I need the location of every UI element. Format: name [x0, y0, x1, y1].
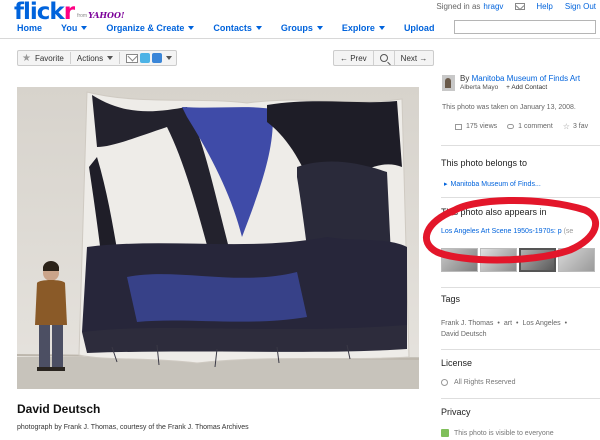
license-row: All Rights Reserved: [441, 379, 515, 386]
nav-organize-create[interactable]: Organize & Create: [106, 23, 195, 33]
main-nav: Home You Organize & Create Contacts Grou…: [17, 23, 453, 33]
nav-home[interactable]: Home: [17, 23, 42, 33]
username-link[interactable]: hragv: [483, 2, 503, 11]
owner-link[interactable]: Manitoba Museum of Finds Art: [472, 74, 581, 83]
toolbar-divider: [119, 52, 121, 64]
chevron-down-icon: [378, 26, 385, 30]
search-input[interactable]: [454, 20, 596, 34]
sidebar-divider: [441, 349, 600, 350]
logo-accent: r: [63, 0, 75, 25]
sidebar-divider: [441, 145, 600, 146]
comments-link[interactable]: 1 comment: [518, 123, 553, 130]
artwork-photo: [17, 87, 419, 389]
signin-bar: Signed in as hragv Help Sign Out: [436, 2, 596, 11]
chevron-down-icon: [188, 26, 195, 30]
facebook-icon[interactable]: [152, 53, 163, 63]
appears-item[interactable]: Los Angeles Art Scene 1950s-1970s: p (se: [441, 228, 573, 235]
sidebar-divider: [441, 398, 600, 399]
star-icon: ☆: [562, 122, 570, 131]
privacy-icon: [441, 429, 449, 437]
star-icon[interactable]: ★: [22, 53, 31, 64]
owner-sub: Alberta Mayo + Add Contact: [460, 84, 547, 91]
sign-out-link[interactable]: Sign Out: [565, 2, 596, 11]
mail-icon[interactable]: [515, 3, 526, 10]
next-button[interactable]: Next →: [393, 51, 434, 65]
taken-date: This photo was taken on January 13, 2008…: [442, 104, 576, 111]
yahoo-logo: YAHOO!: [88, 10, 125, 20]
main-photo[interactable]: [17, 87, 419, 389]
belongs-heading: This photo belongs to: [441, 158, 528, 168]
views-count: 175 views: [466, 123, 498, 130]
twitter-icon[interactable]: [140, 53, 151, 63]
mail-share-icon[interactable]: [126, 53, 139, 63]
tag-link[interactable]: Los Angeles: [522, 320, 560, 327]
set-thumbnail[interactable]: [558, 248, 595, 272]
sidebar-divider: [441, 197, 600, 198]
logo-text: flick: [14, 0, 65, 25]
privacy-heading: Privacy: [441, 407, 471, 417]
tag-link[interactable]: Frank J. Thomas: [441, 320, 493, 327]
photo-title: David Deutsch: [17, 402, 101, 416]
add-contact-link[interactable]: + Add Contact: [506, 84, 547, 91]
set-thumbnail[interactable]: [480, 248, 517, 272]
chevron-down-icon: [316, 26, 323, 30]
nav-you[interactable]: You: [61, 23, 88, 33]
nav-explore[interactable]: Explore: [342, 23, 385, 33]
header-divider: [0, 38, 600, 39]
set-thumbnails: [441, 248, 595, 272]
signed-in-label: Signed in as: [436, 2, 481, 11]
photo-toolbar: ★ Favorite Actions: [17, 50, 178, 66]
zoom-icon: [379, 54, 388, 62]
appears-heading: This photo also appears in: [441, 207, 547, 217]
tags-heading: Tags: [441, 294, 461, 304]
help-link[interactable]: Help: [536, 2, 552, 11]
chevron-down-icon: [255, 26, 262, 30]
nav-upload[interactable]: Upload: [404, 23, 435, 33]
prev-button[interactable]: ← Prev: [334, 51, 373, 65]
owner-person: Alberta Mayo: [460, 84, 499, 91]
chevron-down-icon: [107, 56, 114, 60]
avatar[interactable]: [442, 75, 455, 91]
photo-description: photograph by Frank J. Thomas, courtesy …: [17, 424, 249, 431]
by-label: By: [460, 74, 470, 83]
comment-icon: [507, 124, 515, 129]
set-thumbnail[interactable]: [441, 248, 478, 272]
favorites-link[interactable]: 3 fav: [573, 123, 588, 130]
nav-contacts[interactable]: Contacts: [213, 23, 262, 33]
belongs-item[interactable]: ▸ Manitoba Museum of Finds...: [444, 180, 541, 188]
sidebar-divider: [441, 287, 600, 288]
chevron-down-icon: [81, 26, 88, 30]
nav-groups[interactable]: Groups: [281, 23, 323, 33]
arrow-right-icon: ▸: [444, 181, 448, 188]
views-icon: [455, 123, 462, 130]
privacy-text: This photo is visible to everyone: [454, 429, 554, 437]
tag-link[interactable]: David Deutsch: [441, 331, 487, 338]
photo-pager: ← Prev Next →: [333, 50, 435, 66]
copyright-icon: [441, 379, 448, 386]
tag-link[interactable]: art: [504, 320, 512, 327]
chevron-down-icon[interactable]: [166, 56, 173, 60]
owner-line: By Manitoba Museum of Finds Art: [460, 74, 580, 83]
actions-menu[interactable]: Actions: [77, 54, 103, 63]
logo-from: from: [77, 13, 88, 19]
toolbar-divider: [69, 52, 71, 64]
license-heading: License: [441, 358, 473, 368]
flickr-logo[interactable]: flickr from YAHOO!: [14, 0, 124, 24]
tag-list: Frank J. Thomas • art • Los Angeles • David D…: [441, 320, 568, 338]
favorite-button[interactable]: Favorite: [35, 54, 64, 63]
privacy-row: This photo is visible to everyone: [441, 429, 554, 437]
license-text: All Rights Reserved: [454, 379, 516, 386]
set-thumbnail[interactable]: [519, 248, 556, 272]
zoom-button[interactable]: [372, 51, 394, 65]
photo-stats: 175 views 1 comment ☆ 3 fav: [455, 122, 588, 131]
